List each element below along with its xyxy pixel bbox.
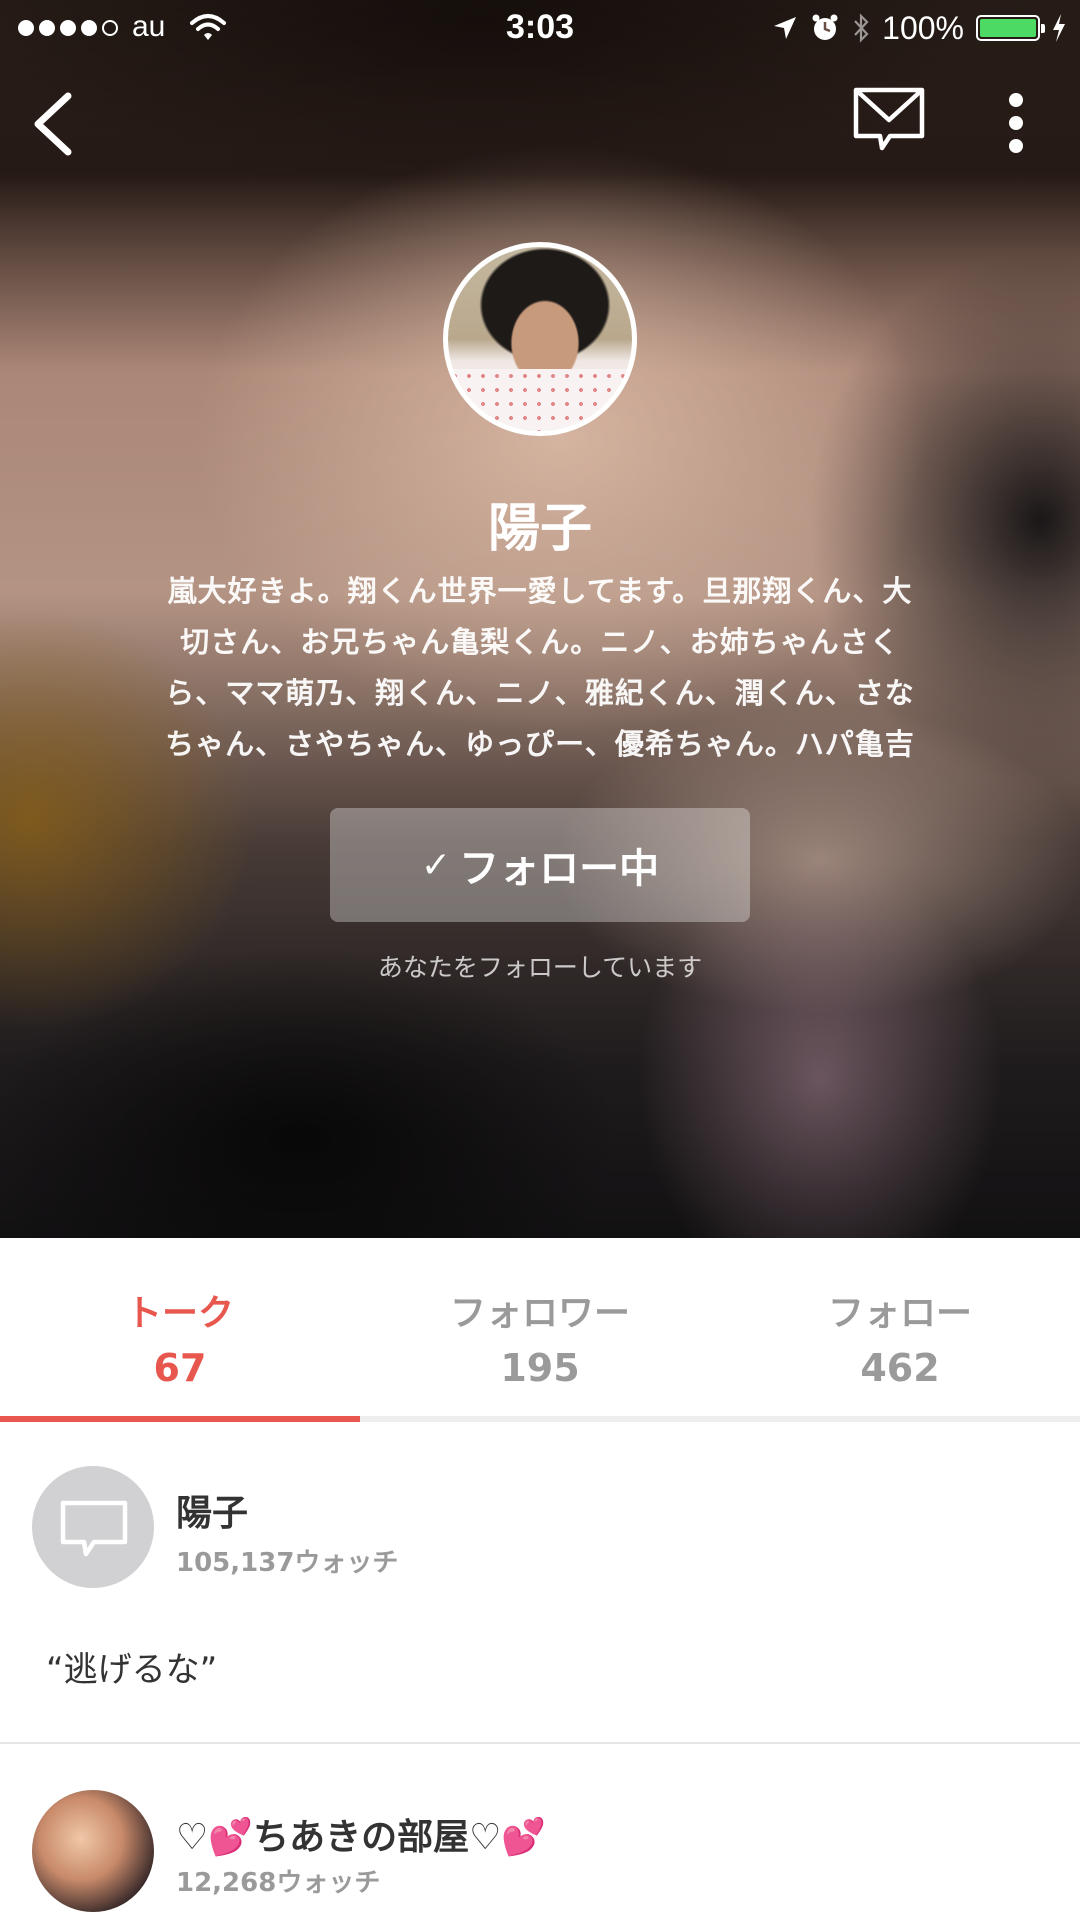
more-options-icon[interactable] <box>1004 92 1028 154</box>
battery-percent: 100% <box>882 9 964 46</box>
checkmark-icon: ✓ <box>420 844 452 886</box>
bio-line: ちゃん、さやちゃん、ゆっぴー、優希ちゃん。ハパ亀吉 <box>165 727 915 761</box>
back-chevron-icon[interactable] <box>28 88 76 160</box>
talk-watch-count: 12,268ウォッチ <box>176 1868 381 1898</box>
location-arrow-icon <box>774 17 797 39</box>
tab-label: フォロワー <box>449 1293 630 1334</box>
profile-tabs: トーク 67 フォロワー 195 フォロー 462 <box>0 1238 1080 1422</box>
tab-following[interactable]: フォロー 462 <box>720 1238 1080 1416</box>
bio-line: 嵐大好きよ。翔くん世界一愛してます。旦那翔くん、大 <box>167 574 913 608</box>
talk-watch-count: 105,137ウォッチ <box>176 1548 399 1578</box>
talk-list-item[interactable]: ♡💕ちあきの部屋♡💕 12,268ウォッチ <box>0 1744 1080 1920</box>
tab-count: 195 <box>500 1346 580 1390</box>
talk-title: 陽子 <box>176 1493 249 1534</box>
following-button[interactable]: ✓ フォロー中 <box>330 808 750 922</box>
battery-icon <box>976 15 1045 41</box>
battery-level-fill <box>980 19 1036 37</box>
bluetooth-icon <box>854 13 869 43</box>
tab-count: 462 <box>860 1346 940 1390</box>
status-right-group: 100% <box>772 8 1066 48</box>
profile-name: 陽子 <box>487 499 592 559</box>
chat-bubble-icon <box>60 1500 128 1557</box>
profile-avatar[interactable] <box>443 242 637 436</box>
tab-label: フォロー <box>827 1293 972 1334</box>
charging-bolt-icon <box>1053 14 1065 42</box>
talk-title: ♡💕ちあきの部屋♡💕 <box>176 1817 547 1858</box>
bio-line: 切さん、お兄ちゃん亀梨くん。ニノ、お姉ちゃんさく <box>180 625 900 659</box>
tab-count: 67 <box>153 1346 207 1390</box>
talk-latest-message: “逃げるな” <box>46 1650 218 1690</box>
following-button-label: フォロー中 <box>459 846 660 892</box>
tab-talks[interactable]: トーク 67 <box>0 1238 360 1416</box>
bio-line: ら、ママ萌乃、翔くん、ニノ、雅紀くん、潤くん、さな <box>165 676 915 710</box>
profile-header-background: au 3:03 100% 陽子 嵐大好きよ。翔くん世界一愛してます。旦那翔くん、… <box>0 0 1080 1238</box>
message-envelope-icon[interactable] <box>852 86 926 152</box>
tab-followers[interactable]: フォロワー 195 <box>360 1238 720 1416</box>
alarm-clock-icon <box>812 14 838 40</box>
talk-list-item[interactable]: 陽子 105,137ウォッチ “逃げるな” <box>0 1422 1080 1744</box>
status-bar: au 3:03 100% <box>0 0 1080 60</box>
profile-bio: 嵐大好きよ。翔くん世界一愛してます。旦那翔くん、大 切さん、お兄ちゃん亀梨くん。… <box>130 566 950 770</box>
follows-you-label: あなたをフォローしています <box>377 953 703 982</box>
talk-avatar <box>32 1466 154 1588</box>
tab-label: トーク <box>125 1293 234 1334</box>
talk-avatar <box>32 1790 154 1912</box>
